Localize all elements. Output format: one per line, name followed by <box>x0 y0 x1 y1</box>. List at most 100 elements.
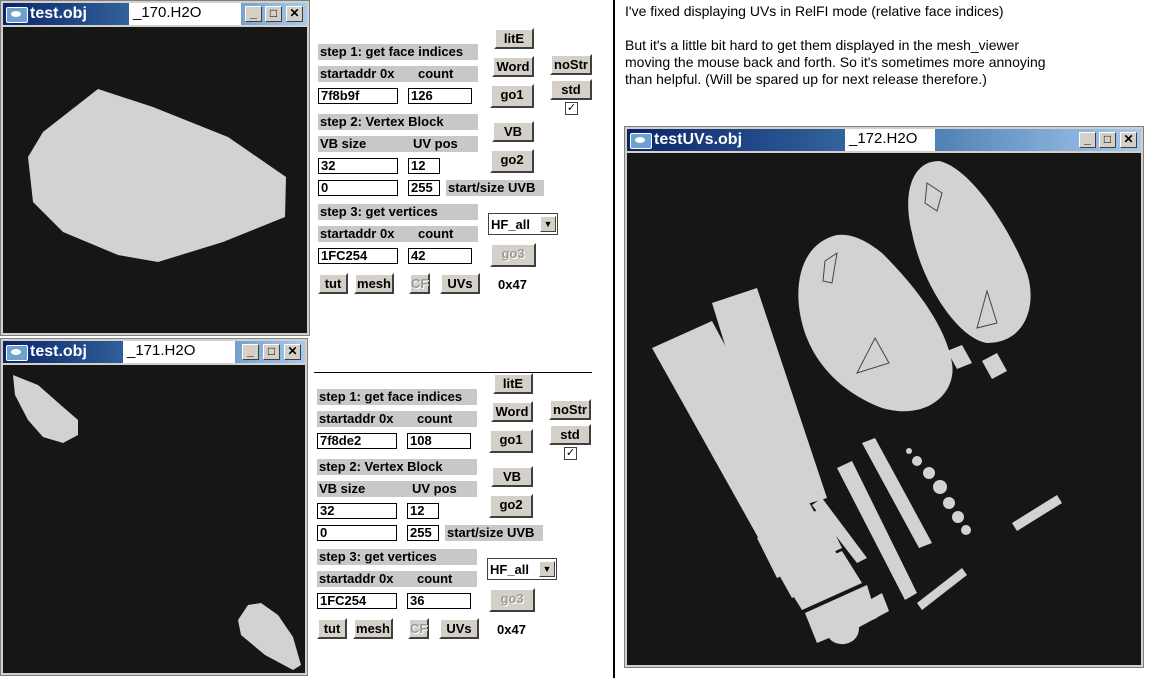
uv-viewer-window: testUVs.obj _172.H2O _ □ ✕ <box>624 126 1144 668</box>
word-button[interactable]: Word <box>492 56 534 77</box>
vbsize-field[interactable]: 32 <box>318 158 398 174</box>
close-button[interactable]: ✕ <box>1120 132 1137 148</box>
go2-button[interactable]: go2 <box>489 494 533 518</box>
divider <box>314 372 592 373</box>
std-button[interactable]: std <box>549 424 591 445</box>
uvs-button[interactable]: UVs <box>440 273 480 294</box>
mode-select[interactable]: HF_all ▼ <box>488 213 558 235</box>
startsize-label: start/size UVB <box>445 525 543 541</box>
uvb-size-field[interactable]: 255 <box>407 525 439 541</box>
mesh-render <box>13 375 301 670</box>
maximize-button[interactable]: □ <box>263 344 280 360</box>
window-title: testUVs.obj <box>654 131 743 148</box>
uvb-start-field[interactable]: 0 <box>317 525 397 541</box>
mesh-button[interactable]: mesh <box>353 618 393 639</box>
uv-island <box>943 497 955 509</box>
step2-label: step 2: Vertex Block <box>318 114 478 130</box>
std-checkbox[interactable]: ✓ <box>565 102 578 115</box>
minimize-button[interactable]: _ <box>245 6 262 22</box>
3d-viewport[interactable] <box>3 365 305 673</box>
mesh-viewer-window-1: test.obj _170.H2O _ □ ✕ <box>0 0 310 336</box>
word-button[interactable]: Word <box>491 401 533 422</box>
uvs-button[interactable]: UVs <box>439 618 479 639</box>
std-checkbox[interactable]: ✓ <box>564 447 577 460</box>
mesh-button[interactable]: mesh <box>354 273 394 294</box>
close-button[interactable]: ✕ <box>286 6 303 22</box>
cf-button[interactable]: CF <box>408 618 429 639</box>
tut-button[interactable]: tut <box>317 618 347 639</box>
uv-island <box>982 353 1007 379</box>
close-button[interactable]: ✕ <box>284 344 301 360</box>
vb-button[interactable]: VB <box>491 466 533 487</box>
face-addr-field[interactable]: 7f8de2 <box>317 433 397 449</box>
uv-island <box>952 511 964 523</box>
uvpos-field[interactable]: 12 <box>408 158 440 174</box>
note-line-1: I've fixed displaying UVs in RelFI mode … <box>625 3 1004 19</box>
chevron-down-icon[interactable]: ▼ <box>540 216 556 232</box>
vbsize-field[interactable]: 32 <box>317 503 397 519</box>
vert-addr-field[interactable]: 1FC254 <box>318 248 398 264</box>
go1-button[interactable]: go1 <box>490 84 534 108</box>
nostr-button[interactable]: noStr <box>550 54 592 75</box>
hex-readout: 0x47 <box>498 277 527 292</box>
maximize-button[interactable]: □ <box>1099 132 1116 148</box>
count-label: count <box>417 571 453 586</box>
startaddr-label: startaddr 0x <box>317 571 477 587</box>
lite-button[interactable]: litE <box>494 28 534 49</box>
file-tag: _172.H2O <box>845 129 935 151</box>
title-bar[interactable]: testUVs.obj _172.H2O _ □ ✕ <box>627 129 1141 151</box>
uvpos-field[interactable]: 12 <box>407 503 439 519</box>
go2-button[interactable]: go2 <box>490 149 534 173</box>
step1-label: step 1: get face indices <box>317 389 477 405</box>
maximize-button[interactable]: □ <box>265 6 282 22</box>
uv-island <box>923 467 935 479</box>
vert-count-field[interactable]: 42 <box>408 248 472 264</box>
startaddr-label: startaddr 0x <box>318 66 478 82</box>
title-bar[interactable]: test.obj _170.H2O _ □ ✕ <box>3 3 307 25</box>
startsize-label: start/size UVB <box>446 180 544 196</box>
tut-button[interactable]: tut <box>318 273 348 294</box>
uvb-size-field[interactable]: 255 <box>408 180 440 196</box>
note-line-2: But it's a little bit hard to get them d… <box>625 37 1020 53</box>
note-line-3: moving the mouse back and forth. So it's… <box>625 54 1046 70</box>
app-icon <box>6 345 28 361</box>
file-tag: _170.H2O <box>129 3 241 25</box>
vertical-separator <box>613 0 615 678</box>
3d-viewport[interactable] <box>3 27 307 333</box>
face-count-field[interactable]: 108 <box>407 433 471 449</box>
vert-addr-field[interactable]: 1FC254 <box>317 593 397 609</box>
vb-button[interactable]: VB <box>492 121 534 142</box>
window-title: test.obj <box>30 343 87 360</box>
hex-readout: 0x47 <box>497 622 526 637</box>
go1-button[interactable]: go1 <box>489 429 533 453</box>
std-button[interactable]: std <box>550 79 592 100</box>
step2-label: step 2: Vertex Block <box>317 459 477 475</box>
count-label: count <box>418 66 454 81</box>
nostr-button[interactable]: noStr <box>549 399 591 420</box>
go3-button[interactable]: go3 <box>490 243 536 267</box>
uv-island <box>1012 495 1062 531</box>
mesh-shape <box>28 89 286 262</box>
title-bar[interactable]: test.obj _171.H2O _ □ ✕ <box>3 341 305 363</box>
face-addr-field[interactable]: 7f8b9f <box>318 88 398 104</box>
vert-count-field[interactable]: 36 <box>407 593 471 609</box>
window-title: test.obj <box>30 5 87 22</box>
face-count-field[interactable]: 126 <box>408 88 472 104</box>
cf-button[interactable]: CF <box>409 273 430 294</box>
step1-label: step 1: get face indices <box>318 44 478 60</box>
chevron-down-icon[interactable]: ▼ <box>539 561 555 577</box>
uv-island <box>917 568 967 610</box>
uv-viewport[interactable] <box>627 153 1141 665</box>
count-label: count <box>418 226 454 241</box>
step3-label: step 3: get vertices <box>318 204 478 220</box>
mode-select[interactable]: HF_all ▼ <box>487 558 557 580</box>
minimize-button[interactable]: _ <box>242 344 259 360</box>
minimize-button[interactable]: _ <box>1079 132 1096 148</box>
file-tag: _171.H2O <box>123 341 235 363</box>
app-icon <box>6 7 28 23</box>
go3-button[interactable]: go3 <box>489 588 535 612</box>
lite-button[interactable]: litE <box>493 373 533 394</box>
uv-render <box>652 161 1062 645</box>
uvb-start-field[interactable]: 0 <box>318 180 398 196</box>
mesh-shape <box>13 375 78 443</box>
